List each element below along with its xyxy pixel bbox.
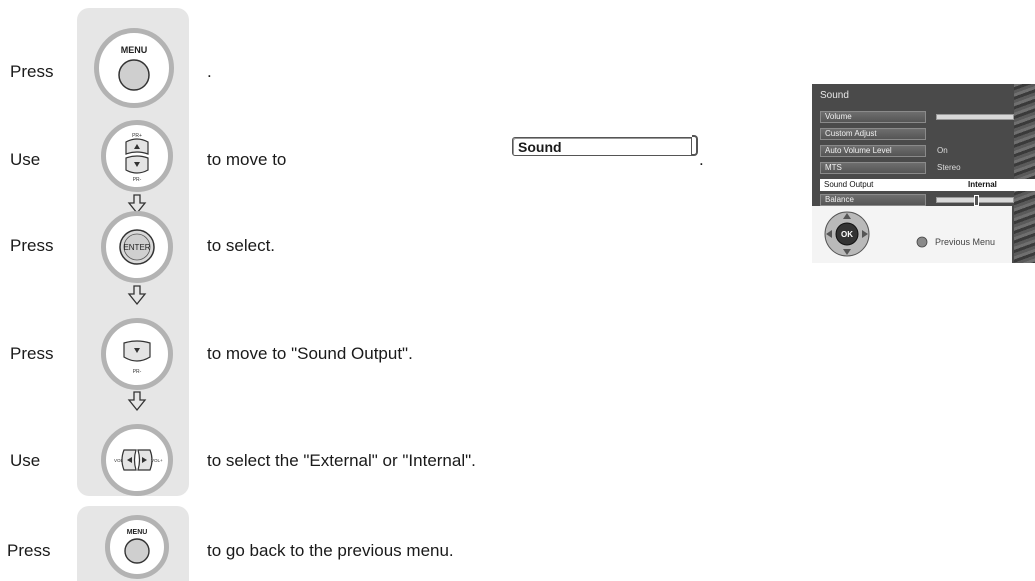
osd-item-value: Stereo	[937, 163, 961, 172]
step2-text: to move to	[207, 150, 287, 169]
vol-leftright-button[interactable]: VOL- VOL+	[101, 424, 173, 496]
menu-button-caption: MENU	[121, 45, 148, 55]
step5-verb: Use	[10, 451, 41, 470]
menu-back-icon: MENU	[124, 529, 150, 564]
nav-pad-icon: OK	[824, 211, 870, 257]
down-arrow-icon	[127, 391, 147, 412]
osd-item-label: Custom Adjust	[820, 128, 926, 140]
osd-item-label: Auto Volume Level	[820, 145, 926, 157]
step1-verb: Press	[10, 62, 54, 81]
enter-button-icon: ENTER	[119, 229, 155, 265]
svg-text:VOL+: VOL+	[151, 458, 163, 463]
ok-button-icon: OK	[841, 230, 853, 239]
osd-item-mts[interactable]: MTS Stereo	[820, 162, 1020, 174]
enter-button[interactable]: ENTER	[101, 211, 173, 283]
sound-menu-item-box: Sound	[512, 137, 692, 156]
osd-footer: OK Previous Menu	[812, 206, 1012, 263]
volume-bar	[936, 114, 1014, 120]
pr-down-button[interactable]: PR-	[101, 318, 173, 390]
svg-text:PR+: PR+	[132, 133, 142, 139]
step4-text: to move to "Sound Output".	[207, 344, 413, 363]
svg-text:MENU: MENU	[127, 529, 148, 536]
menu-button[interactable]: MENU	[94, 28, 174, 108]
osd-item-balance[interactable]: Balance	[820, 194, 1020, 206]
osd-item-value: On	[937, 146, 948, 155]
osd-item-auto-volume[interactable]: Auto Volume Level On	[820, 145, 1020, 157]
osd-item-sound-output[interactable]: Sound Output Internal	[820, 179, 1035, 191]
sound-osd-screen: Sound Volume Custom Adjust Auto Volume L…	[812, 84, 1035, 263]
osd-item-label: Volume	[820, 111, 926, 123]
osd-item-label: Balance	[820, 194, 926, 206]
step2-period: .	[699, 150, 704, 169]
svg-text:PR-: PR-	[133, 177, 142, 183]
sound-menu-item-edge	[692, 135, 698, 156]
step6-verb: Press	[7, 541, 51, 560]
vol-leftright-icon: VOL- VOL+	[114, 449, 163, 471]
step1-text: .	[207, 62, 212, 81]
step3-text: to select.	[207, 236, 276, 255]
osd-item-value: Internal	[968, 180, 997, 189]
down-arrow-icon	[127, 285, 147, 306]
osd-item-volume[interactable]: Volume	[820, 111, 1020, 123]
svg-text:PR-: PR-	[133, 369, 142, 375]
menu-button-icon: MENU	[118, 45, 150, 91]
step2-verb: Use	[10, 150, 41, 169]
step3-verb: Press	[10, 236, 54, 255]
return-dot-icon	[916, 236, 928, 248]
osd-title: Sound	[820, 90, 849, 101]
step6-text: to go back to the previous menu.	[207, 541, 454, 560]
step5-text: to select the "External" or "Internal".	[207, 451, 476, 470]
pr-down-icon: PR-	[123, 340, 151, 375]
enter-button-caption: ENTER	[123, 243, 150, 252]
pr-updown-button[interactable]: PR+ PR-	[101, 120, 173, 192]
menu-back-button[interactable]: MENU	[105, 515, 169, 579]
osd-item-label: Sound Output	[824, 180, 874, 189]
osd-item-label: MTS	[820, 162, 926, 174]
pr-updown-icon: PR+ PR-	[125, 133, 149, 183]
previous-menu-label: Previous Menu	[935, 237, 996, 247]
osd-item-custom-adjust[interactable]: Custom Adjust	[820, 128, 1020, 140]
balance-marker	[974, 195, 979, 206]
step4-verb: Press	[10, 344, 54, 363]
